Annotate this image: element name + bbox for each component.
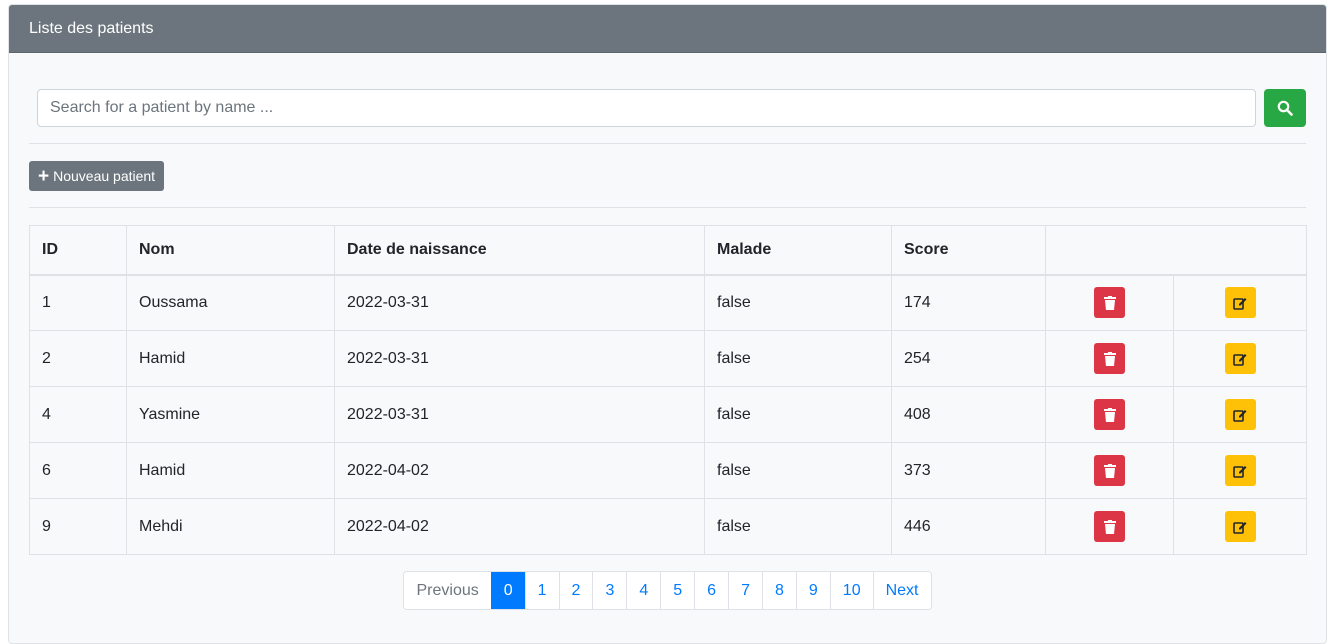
- page-title: Liste des patients: [29, 19, 154, 37]
- cell-malade: false: [704, 274, 892, 331]
- edit-icon: [1233, 409, 1247, 422]
- search-input[interactable]: [37, 89, 1256, 127]
- new-patient-button[interactable]: + Nouveau patient: [29, 161, 165, 191]
- page-link-4[interactable]: 4: [626, 572, 661, 609]
- page-link-7[interactable]: 7: [728, 572, 762, 609]
- delete-button[interactable]: [1094, 455, 1125, 486]
- column-header-date: Date de naissance: [334, 225, 705, 276]
- page-link-0[interactable]: 0: [490, 572, 525, 609]
- search-icon: [1277, 100, 1293, 116]
- trash-icon: [1103, 519, 1116, 534]
- cell-id: 6: [29, 442, 127, 499]
- cell-score: 373: [891, 442, 1046, 499]
- column-header-id: ID: [29, 225, 127, 276]
- divider: [29, 143, 1306, 144]
- table-row: 9 Mehdi 2022-04-02 false 446: [29, 498, 1307, 555]
- trash-icon: [1103, 351, 1116, 366]
- cell-date: 2022-03-31: [334, 274, 705, 331]
- page-link-9[interactable]: 9: [795, 572, 830, 609]
- cell-id: 2: [29, 330, 127, 387]
- cell-malade: false: [704, 498, 892, 555]
- cell-nom: Mehdi: [126, 498, 335, 555]
- cell-score: 408: [891, 386, 1046, 443]
- edit-button[interactable]: [1224, 343, 1256, 374]
- cell-malade: false: [704, 442, 892, 499]
- edit-button[interactable]: [1224, 287, 1256, 319]
- edit-icon: [1233, 521, 1247, 534]
- cell-score: 254: [891, 330, 1046, 387]
- cell-malade: false: [704, 330, 892, 387]
- pagination-previous[interactable]: Previous: [404, 572, 491, 609]
- column-header-actions: [1045, 225, 1307, 276]
- cell-score: 174: [891, 274, 1046, 331]
- cell-malade: false: [704, 386, 892, 443]
- table-row: 2 Hamid 2022-03-31 false 254: [29, 330, 1307, 387]
- cell-nom: Hamid: [126, 442, 335, 499]
- delete-button[interactable]: [1094, 399, 1125, 430]
- cell-score: 446: [891, 498, 1046, 555]
- delete-button[interactable]: [1094, 511, 1125, 542]
- edit-icon: [1233, 465, 1247, 478]
- trash-icon: [1103, 463, 1116, 478]
- table-row: 6 Hamid 2022-04-02 false 373: [29, 442, 1307, 499]
- column-header-malade: Malade: [704, 225, 892, 276]
- search-form: [29, 89, 1306, 127]
- pagination-group: Previous 0 1 2 3 4 5 6 7 8 9 10 Next: [403, 571, 932, 610]
- page-link-10[interactable]: 10: [829, 572, 873, 609]
- cell-nom: Hamid: [126, 330, 335, 387]
- new-patient-label: Nouveau patient: [53, 168, 156, 184]
- page-link-6[interactable]: 6: [694, 572, 729, 609]
- page-link-1[interactable]: 1: [524, 572, 559, 609]
- delete-button[interactable]: [1094, 343, 1125, 374]
- column-header-score: Score: [891, 225, 1046, 276]
- pagination-next[interactable]: Next: [872, 572, 931, 609]
- trash-icon: [1103, 407, 1116, 422]
- edit-button[interactable]: [1224, 511, 1256, 542]
- edit-button[interactable]: [1224, 399, 1256, 430]
- edit-button[interactable]: [1224, 455, 1256, 486]
- cell-id: 9: [29, 498, 127, 555]
- edit-icon: [1233, 353, 1247, 366]
- page-link-2[interactable]: 2: [558, 572, 593, 609]
- cell-nom: Yasmine: [126, 386, 335, 443]
- card-header: Liste des patients: [9, 5, 1326, 53]
- plus-icon: +: [38, 165, 50, 187]
- table-header-row: ID Nom Date de naissance Malade Score: [29, 225, 1307, 276]
- divider: [29, 207, 1306, 208]
- table-row: 4 Yasmine 2022-03-31 false 408: [29, 386, 1307, 443]
- delete-button[interactable]: [1094, 287, 1125, 319]
- column-header-nom: Nom: [126, 225, 335, 276]
- page-link-5[interactable]: 5: [660, 572, 695, 609]
- page-link-8[interactable]: 8: [761, 572, 796, 609]
- edit-icon: [1233, 297, 1247, 310]
- table-row: 1 Oussama 2022-03-31 false 174: [29, 274, 1307, 331]
- cell-id: 1: [29, 274, 127, 331]
- page-link-3[interactable]: 3: [592, 572, 627, 609]
- cell-date: 2022-03-31: [334, 330, 705, 387]
- cell-date: 2022-03-31: [334, 386, 705, 443]
- card-body: + Nouveau patient ID Nom Date de naissan…: [9, 89, 1326, 610]
- cell-date: 2022-04-02: [334, 498, 705, 555]
- pagination: Previous 0 1 2 3 4 5 6 7 8 9 10 Next: [29, 571, 1306, 610]
- search-button[interactable]: [1264, 89, 1306, 127]
- patients-table: ID Nom Date de naissance Malade Score 1 …: [29, 225, 1307, 555]
- patients-card: Liste des patients + Nouveau patient: [8, 4, 1327, 644]
- cell-nom: Oussama: [126, 274, 335, 331]
- cell-id: 4: [29, 386, 127, 443]
- cell-date: 2022-04-02: [334, 442, 705, 499]
- trash-icon: [1103, 295, 1116, 310]
